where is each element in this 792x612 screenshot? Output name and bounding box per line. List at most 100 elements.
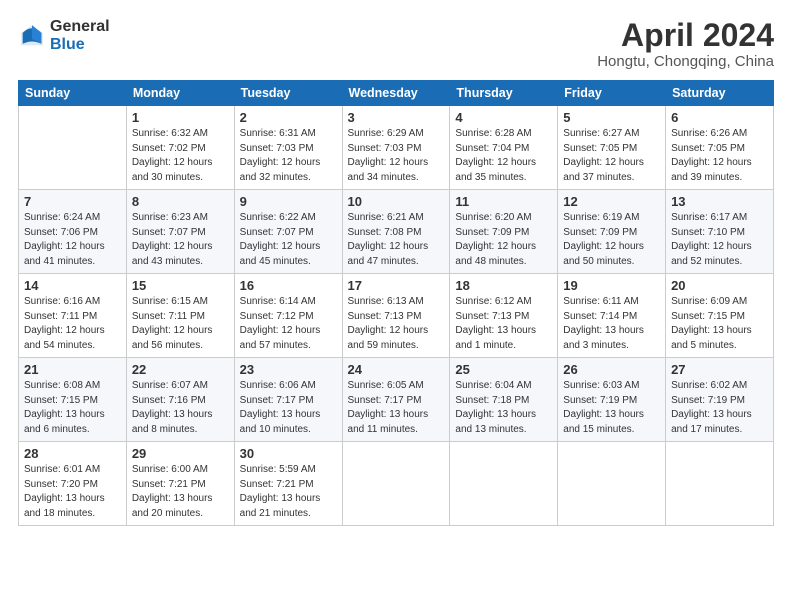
table-row: 18 Sunrise: 6:12 AMSunset: 7:13 PMDayligh… bbox=[450, 274, 558, 358]
table-row: 27Sunrise: 6:02 AMSunset: 7:19 PMDayligh… bbox=[666, 358, 774, 442]
table-row: 21 Sunrise: 6:08 AMSunset: 7:15 PMDayligh… bbox=[19, 358, 127, 442]
table-row: 11 Sunrise: 6:20 AMSunset: 7:09 PMDayligh… bbox=[450, 190, 558, 274]
col-saturday: Saturday bbox=[666, 81, 774, 106]
table-row: 23 Sunrise: 6:06 AMSunset: 7:17 PMDayligh… bbox=[234, 358, 342, 442]
day-info: Sunrise: 6:27 AMSunset: 7:05 PMDaylight:… bbox=[563, 127, 660, 185]
table-row: 15 Sunrise: 6:15 AMSunset: 7:11 PMDayligh… bbox=[126, 274, 234, 358]
day-number: 30 bbox=[240, 446, 337, 461]
day-info: Sunrise: 6:29 AMSunset: 7:03 PMDaylight:… bbox=[348, 127, 445, 185]
day-number: 17 bbox=[348, 278, 445, 293]
logo-general: General bbox=[50, 18, 110, 36]
day-info: Sunrise: 6:24 AMSunset: 7:06 PMDaylight:… bbox=[24, 211, 121, 269]
day-number: 20 bbox=[671, 278, 768, 293]
calendar-header-row: Sunday Monday Tuesday Wednesday Thursday… bbox=[19, 81, 774, 106]
day-number: 22 bbox=[132, 362, 229, 377]
day-info: Sunrise: 6:31 AMSunset: 7:03 PMDaylight:… bbox=[240, 127, 337, 185]
day-info: Sunrise: 6:00 AMSunset: 7:21 PMDaylight:… bbox=[132, 463, 229, 521]
table-row: 28 Sunrise: 6:01 AMSunset: 7:20 PMDayligh… bbox=[19, 442, 127, 526]
table-row: 14Sunrise: 6:16 AMSunset: 7:11 PMDayligh… bbox=[19, 274, 127, 358]
calendar-week-5: 28 Sunrise: 6:01 AMSunset: 7:20 PMDayligh… bbox=[19, 442, 774, 526]
table-row: 12 Sunrise: 6:19 AMSunset: 7:09 PMDayligh… bbox=[558, 190, 666, 274]
table-row: 3 Sunrise: 6:29 AMSunset: 7:03 PMDaylight… bbox=[342, 106, 450, 190]
table-row: 29Sunrise: 6:00 AMSunset: 7:21 PMDayligh… bbox=[126, 442, 234, 526]
day-info: Sunrise: 6:19 AMSunset: 7:09 PMDaylight:… bbox=[563, 211, 660, 269]
day-number: 1 bbox=[132, 110, 229, 125]
day-number: 18 bbox=[455, 278, 552, 293]
day-number: 21 bbox=[24, 362, 121, 377]
day-number: 23 bbox=[240, 362, 337, 377]
table-row: 5Sunrise: 6:27 AMSunset: 7:05 PMDaylight… bbox=[558, 106, 666, 190]
day-number: 11 bbox=[455, 194, 552, 209]
day-number: 2 bbox=[240, 110, 337, 125]
table-row bbox=[342, 442, 450, 526]
day-info: Sunrise: 6:12 AMSunset: 7:13 PMDaylight:… bbox=[455, 295, 552, 353]
table-row: 8 Sunrise: 6:23 AMSunset: 7:07 PMDaylight… bbox=[126, 190, 234, 274]
day-number: 14 bbox=[24, 278, 121, 293]
day-number: 4 bbox=[455, 110, 552, 125]
day-info: Sunrise: 6:17 AMSunset: 7:10 PMDaylight:… bbox=[671, 211, 768, 269]
month-year: April 2024 bbox=[597, 18, 774, 53]
day-info: Sunrise: 6:08 AMSunset: 7:15 PMDaylight:… bbox=[24, 379, 121, 437]
table-row: 19 Sunrise: 6:11 AMSunset: 7:14 PMDayligh… bbox=[558, 274, 666, 358]
day-info: Sunrise: 6:04 AMSunset: 7:18 PMDaylight:… bbox=[455, 379, 552, 437]
table-row bbox=[558, 442, 666, 526]
day-number: 10 bbox=[348, 194, 445, 209]
day-number: 6 bbox=[671, 110, 768, 125]
day-info: Sunrise: 6:01 AMSunset: 7:20 PMDaylight:… bbox=[24, 463, 121, 521]
day-info: Sunrise: 6:06 AMSunset: 7:17 PMDaylight:… bbox=[240, 379, 337, 437]
day-info: Sunrise: 6:21 AMSunset: 7:08 PMDaylight:… bbox=[348, 211, 445, 269]
day-number: 28 bbox=[24, 446, 121, 461]
col-wednesday: Wednesday bbox=[342, 81, 450, 106]
day-number: 19 bbox=[563, 278, 660, 293]
table-row: 1 Sunrise: 6:32 AMSunset: 7:02 PMDaylight… bbox=[126, 106, 234, 190]
col-friday: Friday bbox=[558, 81, 666, 106]
table-row: 10 Sunrise: 6:21 AMSunset: 7:08 PMDayligh… bbox=[342, 190, 450, 274]
table-row bbox=[666, 442, 774, 526]
col-thursday: Thursday bbox=[450, 81, 558, 106]
day-info: Sunrise: 6:20 AMSunset: 7:09 PMDaylight:… bbox=[455, 211, 552, 269]
table-row: 24Sunrise: 6:05 AMSunset: 7:17 PMDayligh… bbox=[342, 358, 450, 442]
calendar-week-2: 7 Sunrise: 6:24 AMSunset: 7:06 PMDaylight… bbox=[19, 190, 774, 274]
day-number: 25 bbox=[455, 362, 552, 377]
table-row: 30 Sunrise: 5:59 AMSunset: 7:21 PMDayligh… bbox=[234, 442, 342, 526]
logo-text: General Blue bbox=[50, 18, 110, 53]
day-number: 3 bbox=[348, 110, 445, 125]
table-row: 9 Sunrise: 6:22 AMSunset: 7:07 PMDaylight… bbox=[234, 190, 342, 274]
table-row: 25 Sunrise: 6:04 AMSunset: 7:18 PMDayligh… bbox=[450, 358, 558, 442]
table-row: 20Sunrise: 6:09 AMSunset: 7:15 PMDayligh… bbox=[666, 274, 774, 358]
day-number: 9 bbox=[240, 194, 337, 209]
day-info: Sunrise: 6:23 AMSunset: 7:07 PMDaylight:… bbox=[132, 211, 229, 269]
table-row: 26Sunrise: 6:03 AMSunset: 7:19 PMDayligh… bbox=[558, 358, 666, 442]
table-row: 17 Sunrise: 6:13 AMSunset: 7:13 PMDayligh… bbox=[342, 274, 450, 358]
table-row bbox=[19, 106, 127, 190]
day-info: Sunrise: 5:59 AMSunset: 7:21 PMDaylight:… bbox=[240, 463, 337, 521]
day-number: 7 bbox=[24, 194, 121, 209]
calendar-week-3: 14Sunrise: 6:16 AMSunset: 7:11 PMDayligh… bbox=[19, 274, 774, 358]
page: General Blue April 2024 Hongtu, Chongqin… bbox=[0, 0, 792, 612]
day-info: Sunrise: 6:07 AMSunset: 7:16 PMDaylight:… bbox=[132, 379, 229, 437]
day-info: Sunrise: 6:26 AMSunset: 7:05 PMDaylight:… bbox=[671, 127, 768, 185]
day-number: 13 bbox=[671, 194, 768, 209]
day-info: Sunrise: 6:13 AMSunset: 7:13 PMDaylight:… bbox=[348, 295, 445, 353]
day-number: 8 bbox=[132, 194, 229, 209]
table-row: 16Sunrise: 6:14 AMSunset: 7:12 PMDayligh… bbox=[234, 274, 342, 358]
day-number: 26 bbox=[563, 362, 660, 377]
table-row bbox=[450, 442, 558, 526]
calendar-table: Sunday Monday Tuesday Wednesday Thursday… bbox=[18, 80, 774, 526]
table-row: 7 Sunrise: 6:24 AMSunset: 7:06 PMDaylight… bbox=[19, 190, 127, 274]
col-monday: Monday bbox=[126, 81, 234, 106]
day-info: Sunrise: 6:32 AMSunset: 7:02 PMDaylight:… bbox=[132, 127, 229, 185]
logo-blue: Blue bbox=[50, 36, 110, 54]
table-row: 2 Sunrise: 6:31 AMSunset: 7:03 PMDaylight… bbox=[234, 106, 342, 190]
table-row: 4Sunrise: 6:28 AMSunset: 7:04 PMDaylight… bbox=[450, 106, 558, 190]
day-info: Sunrise: 6:15 AMSunset: 7:11 PMDaylight:… bbox=[132, 295, 229, 353]
logo: General Blue bbox=[18, 18, 110, 53]
table-row: 13 Sunrise: 6:17 AMSunset: 7:10 PMDayligh… bbox=[666, 190, 774, 274]
day-number: 15 bbox=[132, 278, 229, 293]
day-info: Sunrise: 6:11 AMSunset: 7:14 PMDaylight:… bbox=[563, 295, 660, 353]
col-tuesday: Tuesday bbox=[234, 81, 342, 106]
day-info: Sunrise: 6:22 AMSunset: 7:07 PMDaylight:… bbox=[240, 211, 337, 269]
location: Hongtu, Chongqing, China bbox=[597, 53, 774, 70]
day-number: 12 bbox=[563, 194, 660, 209]
day-info: Sunrise: 6:14 AMSunset: 7:12 PMDaylight:… bbox=[240, 295, 337, 353]
